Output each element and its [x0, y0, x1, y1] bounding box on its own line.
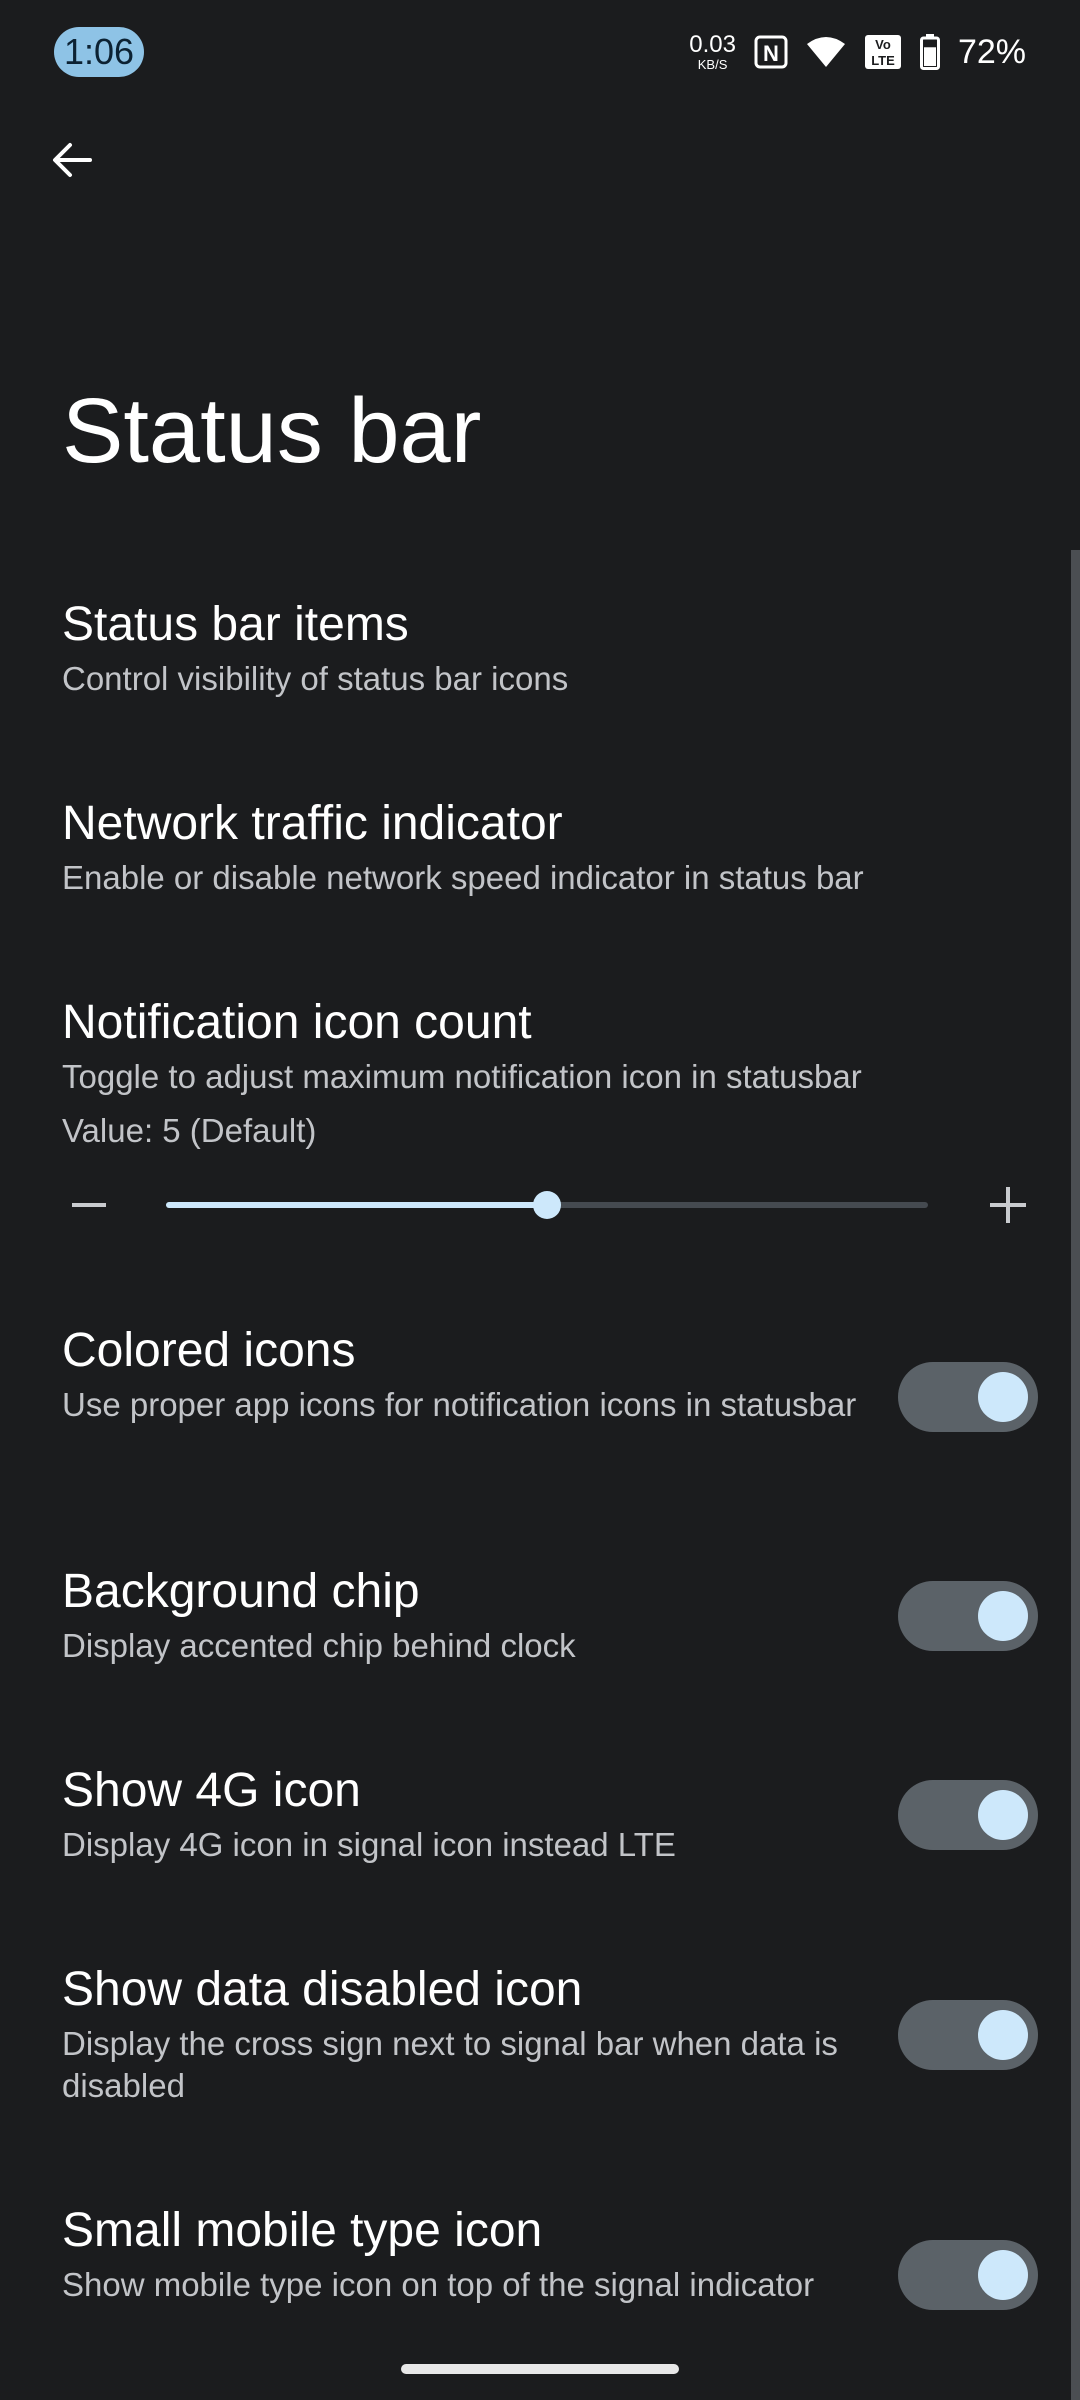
network-speed-value: 0.03 — [689, 31, 736, 58]
network-speed-indicator: 0.03 KB/S — [689, 31, 736, 72]
scrollbar[interactable] — [1071, 550, 1080, 2400]
pref-summary: Show mobile type icon on top of the sign… — [62, 2265, 815, 2303]
page-title: Status bar — [62, 380, 482, 482]
background-chip-toggle[interactable] — [898, 1581, 1038, 1651]
arrow-back-icon — [53, 143, 92, 177]
pref-show-4g-icon[interactable]: Show 4G icon Display 4G icon in signal i… — [62, 1762, 862, 1866]
pref-show-data-disabled-icon[interactable]: Show data disabled icon Display the cros… — [62, 1961, 862, 2107]
volte-icon: Vo LTE — [864, 35, 901, 69]
pref-background-chip[interactable]: Background chip Display accented chip be… — [62, 1563, 862, 1667]
status-icons: 0.03 KB/S N Vo LTE 72% — [689, 30, 1026, 74]
toggle-knob — [978, 2250, 1028, 2300]
slider-fill — [166, 1202, 547, 1208]
pref-summary: Control visibility of status bar icons — [62, 659, 569, 697]
toggle-knob — [978, 1591, 1028, 1641]
slider-thumb[interactable] — [533, 1191, 561, 1219]
pref-summary: Display the cross sign next to signal ba… — [62, 2024, 838, 2104]
toggle-knob — [978, 1372, 1028, 1422]
svg-text:N: N — [763, 41, 779, 66]
colored-icons-toggle[interactable] — [898, 1362, 1038, 1432]
pref-title: Notification icon count — [62, 996, 532, 1049]
small-mobile-type-icon-toggle[interactable] — [898, 2240, 1038, 2310]
show-data-disabled-icon-toggle[interactable] — [898, 2000, 1038, 2070]
pref-summary: Display 4G icon in signal icon instead L… — [62, 1825, 676, 1863]
slider-track[interactable] — [166, 1191, 928, 1219]
pref-summary: Use proper app icons for notification ic… — [62, 1385, 857, 1423]
pref-title: Colored icons — [62, 1324, 356, 1377]
svg-text:LTE: LTE — [871, 53, 895, 68]
pref-network-traffic-indicator[interactable]: Network traffic indicator Enable or disa… — [62, 795, 1022, 899]
toggle-knob — [978, 2010, 1028, 2060]
show-4g-icon-toggle[interactable] — [898, 1780, 1038, 1850]
battery-icon — [919, 34, 940, 70]
clock-chip: 1:06 — [54, 27, 144, 77]
battery-percent: 72% — [957, 32, 1026, 71]
wifi-icon — [806, 37, 845, 67]
decrease-button[interactable] — [72, 1203, 106, 1207]
notification-count-slider — [62, 1174, 1042, 1236]
pref-title: Show data disabled icon — [62, 1963, 583, 2016]
toggle-knob — [978, 1790, 1028, 1840]
pref-title: Network traffic indicator — [62, 797, 563, 850]
slider-value-label: Value: 5 (Default) — [62, 1111, 317, 1149]
increase-button[interactable] — [990, 1187, 1026, 1223]
back-button[interactable] — [36, 124, 108, 196]
pref-summary: Toggle to adjust maximum notification ic… — [62, 1057, 862, 1095]
pref-summary: Display accented chip behind clock — [62, 1626, 576, 1664]
pref-small-mobile-type-icon[interactable]: Small mobile type icon Show mobile type … — [62, 2202, 862, 2306]
svg-text:Vo: Vo — [875, 37, 891, 52]
pref-title: Background chip — [62, 1565, 420, 1618]
pref-notification-icon-count: Notification icon count Toggle to adjust… — [62, 994, 1022, 1152]
pref-title: Small mobile type icon — [62, 2204, 543, 2257]
pref-title: Show 4G icon — [62, 1764, 361, 1817]
pref-status-bar-items[interactable]: Status bar items Control visibility of s… — [62, 596, 1022, 700]
pref-summary: Enable or disable network speed indicato… — [62, 858, 864, 896]
status-bar: 1:06 0.03 KB/S N Vo LTE 72% — [0, 0, 1080, 104]
pref-colored-icons[interactable]: Colored icons Use proper app icons for n… — [62, 1322, 862, 1426]
gesture-navigation-bar[interactable] — [401, 2364, 679, 2374]
network-speed-unit: KB/S — [697, 57, 728, 72]
nfc-icon: N — [754, 35, 788, 69]
pref-title: Status bar items — [62, 598, 409, 651]
